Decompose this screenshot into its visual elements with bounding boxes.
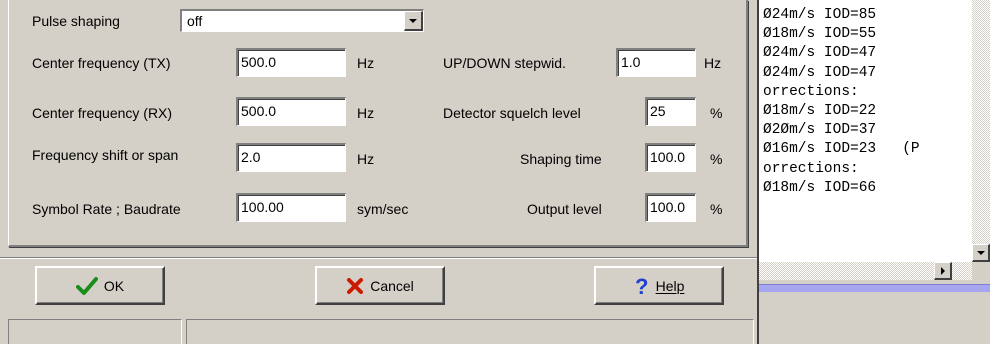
center-freq-tx-input[interactable]: 500.0	[236, 48, 346, 77]
center-freq-rx-unit: Hz	[357, 105, 375, 121]
log-line: Ø24m/s IOD=47	[763, 45, 877, 62]
log-line: Ø2Øm/s IOD=37	[763, 122, 877, 139]
shaping-time-label: Shaping time	[520, 151, 602, 167]
status-panel-1	[8, 319, 182, 344]
cancel-x-icon	[346, 277, 364, 295]
squelch-level-label: Detector squelch level	[443, 105, 581, 121]
squelch-level-unit: %	[710, 105, 723, 121]
log-line: Ø16m/s IOD=23 (P	[763, 141, 920, 158]
pulse-shaping-dropdown-button[interactable]	[404, 11, 423, 31]
log-line: Ø18m/s IOD=66	[763, 179, 877, 196]
pulse-shaping-label: Pulse shaping	[32, 13, 120, 29]
svg-text:?: ?	[635, 275, 648, 297]
shaping-time-input[interactable]: 100.0	[645, 143, 696, 172]
freq-shift-unit: Hz	[357, 151, 375, 167]
output-level-label: Output level	[527, 201, 602, 217]
status-panel-2	[186, 319, 754, 344]
shaping-time-unit: %	[710, 151, 723, 167]
squelch-level-input[interactable]: 25	[645, 97, 696, 126]
cancel-button[interactable]: Cancel	[315, 266, 445, 305]
center-freq-rx-label: Center frequency (RX)	[32, 105, 173, 121]
scroll-down-button[interactable]	[972, 244, 990, 262]
horizontal-scrollbar[interactable]	[759, 262, 972, 280]
log-line: orrections:	[763, 160, 859, 177]
center-freq-tx-unit: Hz	[357, 55, 375, 71]
help-button[interactable]: ? Help	[594, 266, 724, 305]
log-line: Ø24m/s IOD=47	[763, 64, 877, 81]
log-line: Ø18m/s IOD=55	[763, 26, 877, 43]
output-level-input[interactable]: 100.0	[645, 193, 696, 222]
cancel-label: Cancel	[370, 277, 414, 294]
pulse-shaping-select[interactable]: off	[180, 9, 424, 32]
divider	[0, 257, 757, 259]
center-freq-tx-label: Center frequency (TX)	[32, 55, 171, 71]
updown-step-input[interactable]: 1.0	[616, 48, 696, 77]
question-mark-icon: ?	[634, 275, 650, 297]
chevron-down-icon	[409, 19, 417, 23]
freq-shift-label: Frequency shift or span	[32, 147, 179, 163]
scroll-right-button[interactable]	[934, 262, 952, 280]
help-label: Help	[655, 277, 685, 294]
scroll-down-arrow-icon	[976, 250, 985, 255]
log-line: Ø24m/s IOD=85	[763, 7, 877, 23]
symbol-rate-label: Symbol Rate ; Baudrate	[32, 201, 181, 217]
ok-label: OK	[103, 277, 125, 294]
vertical-scrollbar[interactable]	[972, 0, 990, 262]
freq-shift-input[interactable]: 2.0	[236, 143, 346, 172]
scroll-right-arrow-icon	[940, 266, 945, 275]
symbol-rate-input[interactable]: 100.00	[236, 193, 346, 222]
ok-button[interactable]: OK	[35, 266, 165, 305]
log-line: orrections:	[763, 83, 859, 100]
checkmark-icon	[75, 276, 98, 296]
output-level-unit: %	[710, 201, 723, 217]
pulse-shaping-value: off	[187, 13, 203, 29]
center-freq-rx-input[interactable]: 500.0	[236, 97, 346, 126]
updown-step-unit: Hz	[704, 55, 722, 71]
updown-step-label: UP/DOWN stepwid.	[443, 55, 566, 71]
log-line: Ø18m/s IOD=22	[763, 103, 877, 120]
log-text-area[interactable]: Ø24m/s IOD=85 Ø18m/s IOD=55 Ø24m/s IOD=4…	[759, 0, 972, 262]
symbol-rate-unit: sym/sec	[357, 201, 409, 217]
log-status-bar	[759, 284, 990, 292]
